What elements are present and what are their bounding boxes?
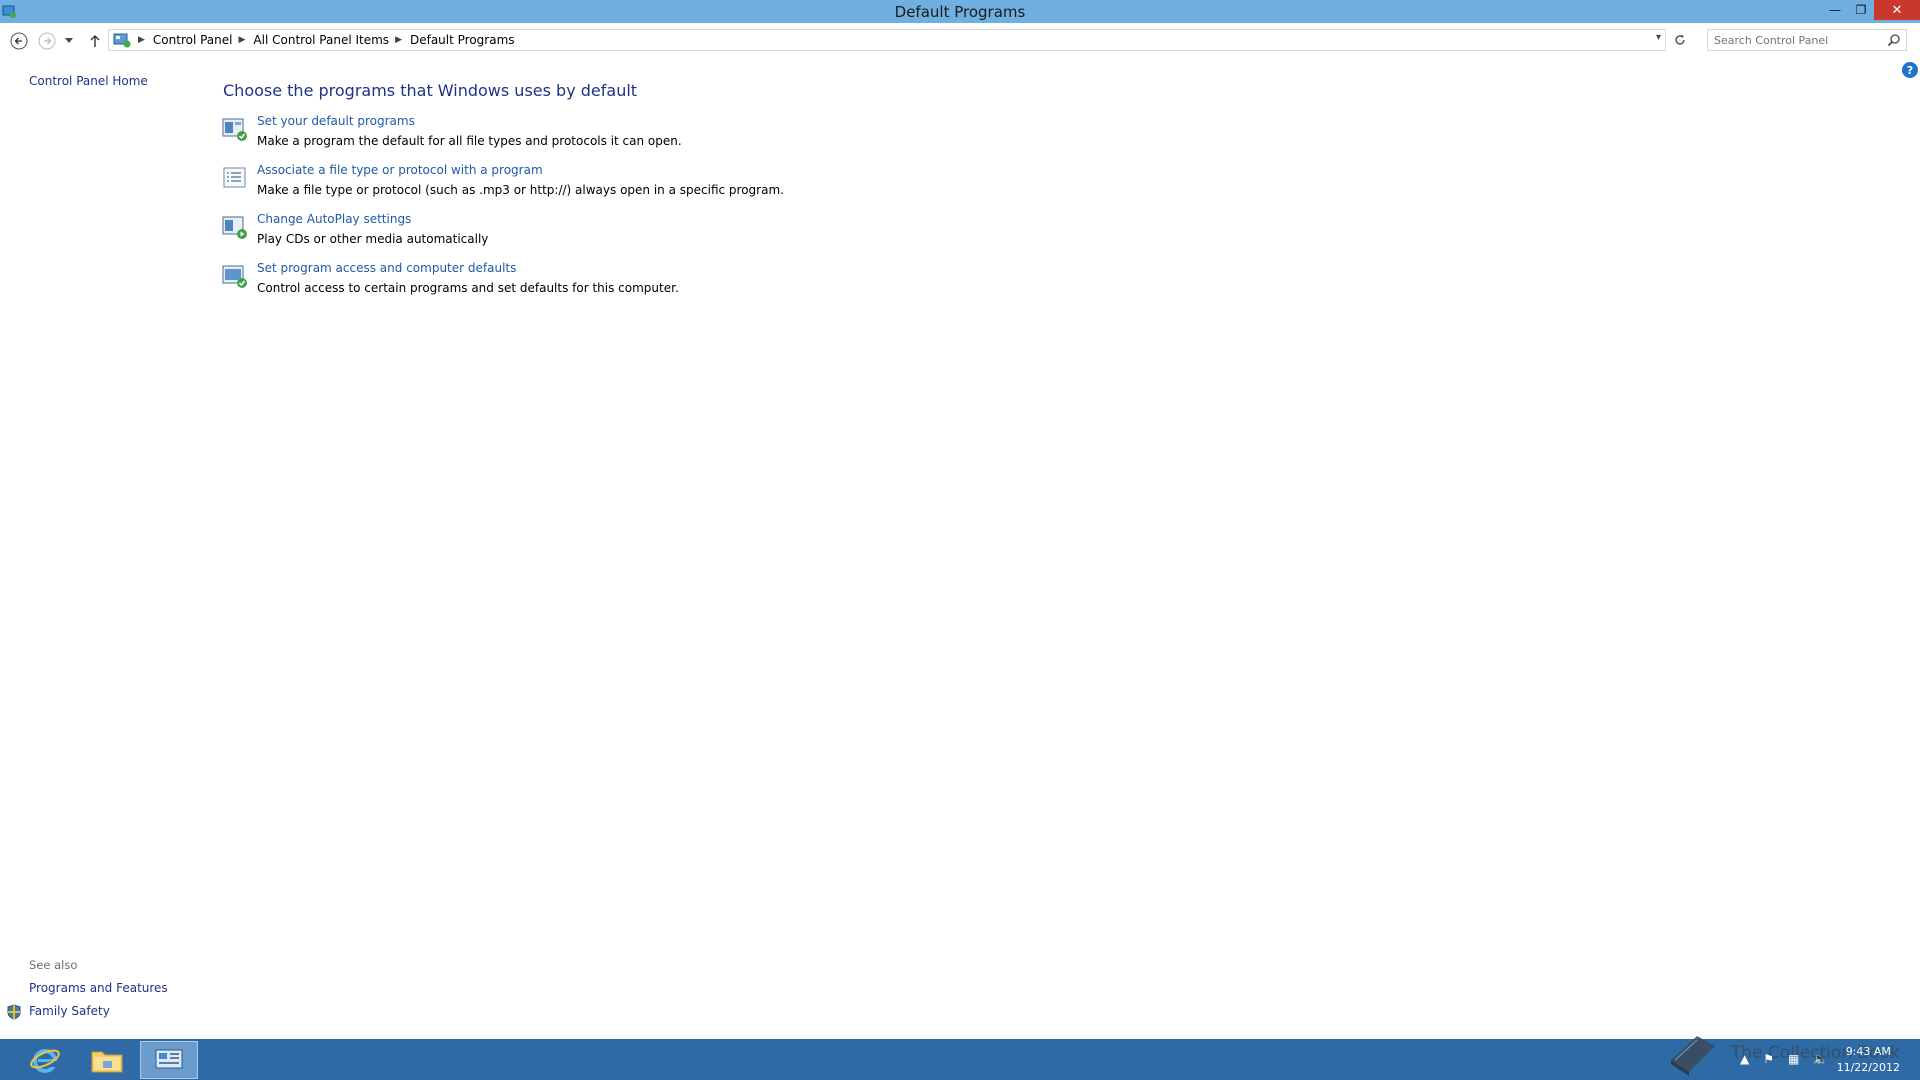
clock-time: 9:43 AM bbox=[1845, 1045, 1891, 1058]
taskbar-control-panel[interactable] bbox=[140, 1041, 198, 1079]
taskbar bbox=[0, 1039, 1920, 1080]
see-also-heading: See also bbox=[29, 958, 78, 972]
shield-icon bbox=[7, 1004, 21, 1020]
address-bar[interactable]: ▶ Control Panel ▶ All Control Panel Item… bbox=[108, 29, 1666, 51]
taskbar-file-explorer[interactable] bbox=[78, 1041, 136, 1079]
programs-and-features-link[interactable]: Programs and Features bbox=[29, 981, 168, 995]
address-dropdown-icon[interactable]: ▾ bbox=[1656, 32, 1661, 43]
up-arrow-icon bbox=[90, 35, 100, 47]
volume-icon[interactable]: 🔈 bbox=[1813, 1052, 1828, 1066]
network-icon[interactable]: ▦ bbox=[1788, 1052, 1799, 1066]
minimize-button[interactable]: — bbox=[1822, 0, 1848, 20]
back-arrow-icon bbox=[10, 32, 28, 50]
task-description: Make a file type or protocol (such as .m… bbox=[257, 183, 784, 197]
default-programs-icon bbox=[222, 118, 247, 141]
forward-arrow-icon bbox=[38, 32, 56, 50]
breadcrumb-separator-icon[interactable]: ▶ bbox=[239, 35, 246, 45]
system-clock[interactable]: 9:43 AM 11/22/2012 bbox=[1837, 1044, 1900, 1076]
task-description: Play CDs or other media automatically bbox=[257, 232, 489, 246]
set-default-programs-link[interactable]: Set your default programs bbox=[257, 114, 415, 128]
refresh-icon bbox=[1675, 34, 1685, 45]
navigation-bar: ▶ Control Panel ▶ All Control Panel Item… bbox=[0, 23, 1920, 57]
search-box[interactable] bbox=[1707, 29, 1907, 51]
title-bar: Default Programs — ❐ ✕ bbox=[0, 0, 1920, 23]
search-input[interactable] bbox=[1714, 33, 1884, 47]
task-set-default-programs: Set your default programs Make a program… bbox=[222, 114, 1022, 156]
task-autoplay: Change AutoPlay settings Play CDs or oth… bbox=[222, 212, 1022, 254]
task-associate-file-type: Associate a file type or protocol with a… bbox=[222, 163, 1022, 205]
page-title: Choose the programs that Windows uses by… bbox=[223, 81, 638, 100]
taskbar-internet-explorer[interactable] bbox=[16, 1041, 74, 1079]
breadcrumb-separator-icon[interactable]: ▶ bbox=[138, 35, 145, 45]
breadcrumb-all-items[interactable]: All Control Panel Items bbox=[253, 33, 389, 47]
control-panel-icon bbox=[155, 1049, 183, 1069]
family-safety-link[interactable]: Family Safety bbox=[29, 1004, 110, 1018]
show-hidden-icons-icon[interactable]: ▲ bbox=[1740, 1052, 1749, 1066]
control-panel-icon[interactable] bbox=[2, 4, 16, 18]
control-panel-home-link[interactable]: Control Panel Home bbox=[29, 74, 148, 88]
system-tray: ▲ ⚑ ▦ 🔈 bbox=[1740, 1052, 1828, 1066]
search-icon[interactable] bbox=[1887, 33, 1901, 47]
up-button[interactable] bbox=[84, 30, 106, 52]
chevron-down-icon bbox=[65, 38, 73, 43]
back-button[interactable] bbox=[8, 30, 30, 52]
control-panel-icon bbox=[113, 33, 131, 48]
associate-file-type-link[interactable]: Associate a file type or protocol with a… bbox=[257, 163, 543, 177]
task-description: Make a program the default for all file … bbox=[257, 134, 682, 148]
task-program-access: Set program access and computer defaults… bbox=[222, 261, 1022, 303]
close-button[interactable]: ✕ bbox=[1874, 0, 1920, 20]
folder-icon bbox=[91, 1051, 123, 1073]
breadcrumb-default-programs[interactable]: Default Programs bbox=[410, 33, 515, 47]
help-icon[interactable]: ? bbox=[1902, 62, 1918, 78]
breadcrumb-control-panel[interactable]: Control Panel bbox=[153, 33, 233, 47]
refresh-button[interactable] bbox=[1668, 29, 1692, 51]
window-title: Default Programs bbox=[894, 2, 1026, 21]
action-center-flag-icon[interactable]: ⚑ bbox=[1763, 1052, 1774, 1066]
window-controls: — ❐ ✕ bbox=[1822, 0, 1920, 20]
program-access-link[interactable]: Set program access and computer defaults bbox=[257, 261, 516, 275]
clock-date: 11/22/2012 bbox=[1836, 1061, 1900, 1074]
autoplay-icon bbox=[222, 216, 247, 239]
recent-locations-button[interactable] bbox=[62, 30, 76, 52]
program-access-icon bbox=[222, 265, 247, 288]
forward-button[interactable] bbox=[36, 30, 58, 52]
left-pane: Control Panel Home bbox=[29, 74, 148, 88]
book-icon bbox=[1671, 1036, 1715, 1076]
autoplay-settings-link[interactable]: Change AutoPlay settings bbox=[257, 212, 411, 226]
file-association-icon bbox=[223, 167, 246, 188]
restore-button[interactable]: ❐ bbox=[1848, 0, 1874, 20]
task-description: Control access to certain programs and s… bbox=[257, 281, 679, 295]
internet-explorer-icon bbox=[30, 1049, 60, 1073]
breadcrumb-separator-icon[interactable]: ▶ bbox=[395, 35, 402, 45]
